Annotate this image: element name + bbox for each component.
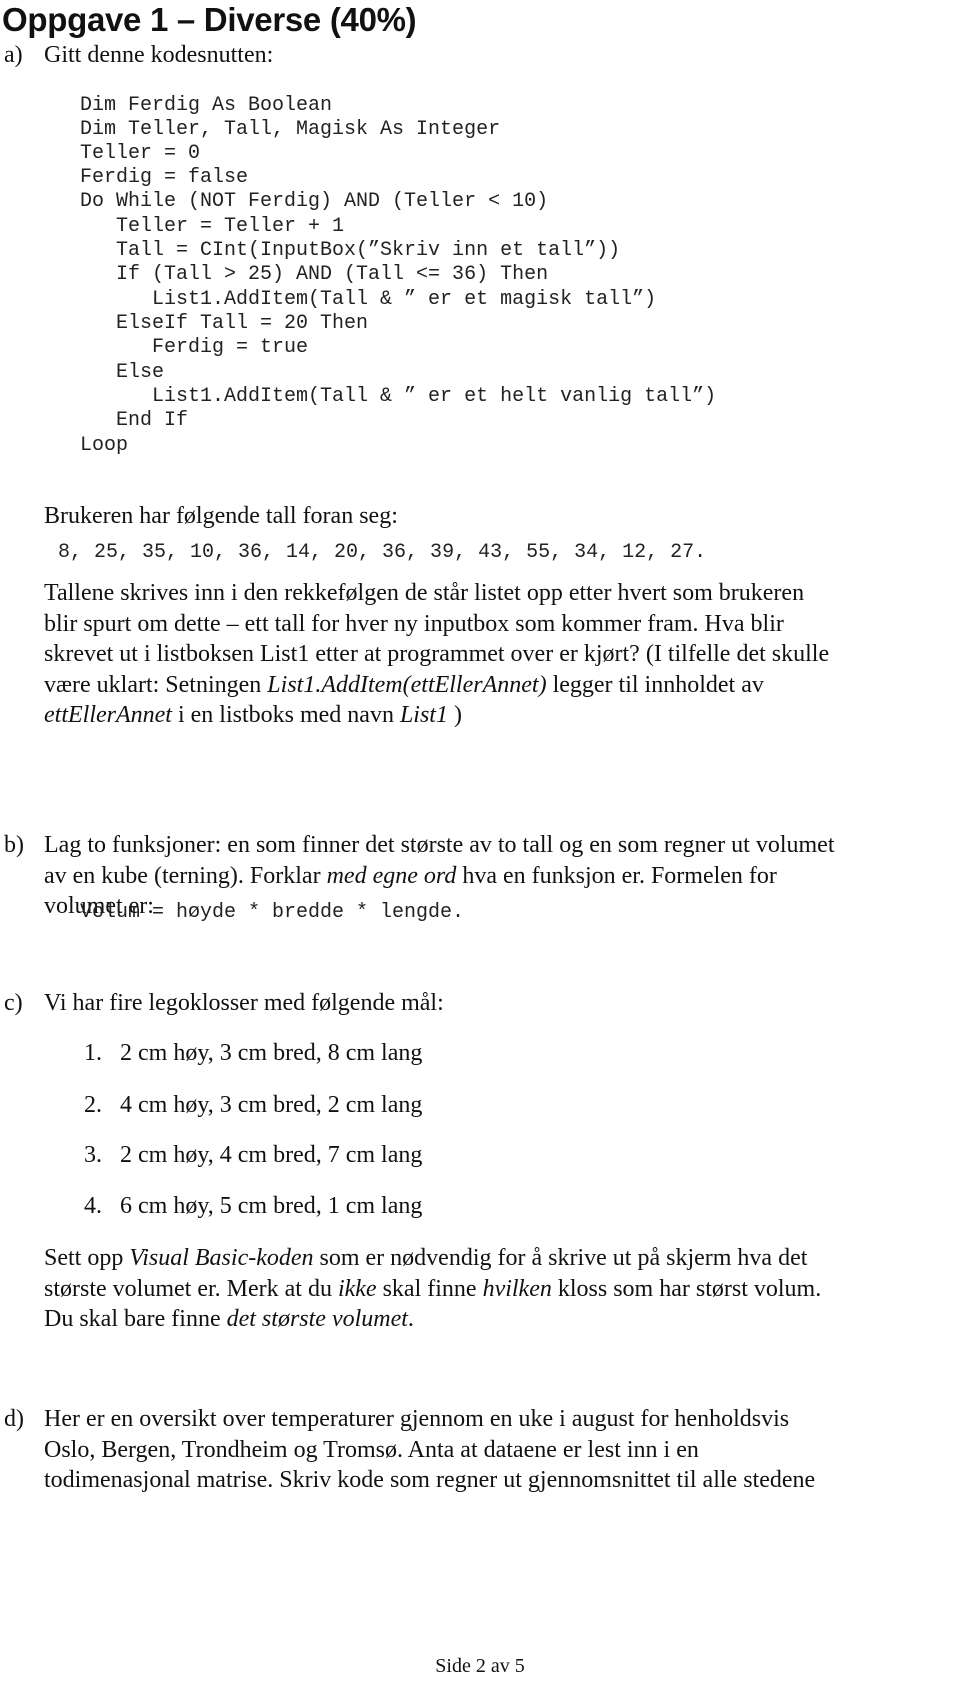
numbers-intro: Brukeren har følgende tall foran seg: bbox=[44, 503, 398, 529]
text-line: største volumet er. Merk at du ikke skal… bbox=[44, 1274, 960, 1305]
question-line: være uklart: Setningen List1.AddItem(ett… bbox=[44, 670, 960, 701]
section-c-label: c) bbox=[4, 990, 23, 1016]
section-c-task: Sett opp Visual Basic-koden som er nødve… bbox=[44, 1243, 960, 1335]
italic-emphasis: det største volumet bbox=[226, 1306, 408, 1332]
list-item: 4. 6 cm høy, 5 cm bred, 1 cm lang bbox=[84, 1191, 422, 1221]
code-line: Teller = 0 bbox=[80, 142, 201, 165]
text-run: være uklart: Setningen bbox=[44, 671, 268, 698]
code-line: Do While (NOT Ferdig) AND (Teller < 10) bbox=[80, 190, 549, 213]
italic-code-reference: List1.AddItem(ettEllerAnnet) bbox=[267, 671, 547, 698]
italic-emphasis: ikke bbox=[337, 1275, 377, 1302]
volume-formula: Volum = høyde * bredde * lengde. bbox=[80, 901, 465, 924]
code-line: Loop bbox=[80, 434, 129, 457]
section-a-intro: Gitt denne kodesnutten: bbox=[44, 42, 274, 68]
code-line: Dim Teller, Tall, Magisk As Integer bbox=[80, 118, 501, 141]
text-line: Oslo, Bergen, Trondheim og Tromsø. Anta … bbox=[44, 1436, 699, 1463]
text-run: hva en funksjon er. Formelen for bbox=[456, 862, 777, 889]
italic-variable: ettEllerAnnet bbox=[44, 702, 172, 728]
italic-emphasis: med egne ord bbox=[326, 862, 457, 889]
text-line: av en kube (terning). Forklar med egne o… bbox=[44, 861, 960, 892]
text-run: Sett opp bbox=[44, 1245, 130, 1271]
text-line: todimenasjonal matrise. Skriv kode som r… bbox=[44, 1467, 816, 1493]
italic-emphasis: hvilken bbox=[482, 1275, 552, 1302]
text-run: største volumet er. Merk at du bbox=[44, 1275, 338, 1302]
list-number: 1. bbox=[84, 1040, 102, 1066]
code-line: Ferdig = false bbox=[80, 166, 249, 189]
number-sequence: 8, 25, 35, 10, 36, 14, 20, 36, 39, 43, 5… bbox=[58, 541, 707, 564]
text-run: ) bbox=[447, 702, 462, 728]
text-line: Her er en oversikt over temperaturer gje… bbox=[44, 1406, 790, 1432]
section-b-label: b) bbox=[4, 832, 24, 858]
list-item: 1. 2 cm høy, 3 cm bred, 8 cm lang bbox=[84, 1038, 422, 1068]
code-line: Teller = Teller + 1 bbox=[80, 215, 345, 238]
text-run: Du skal bare finne bbox=[44, 1306, 227, 1332]
text-line: Lag to funksjoner: en som finner det stø… bbox=[44, 832, 835, 858]
code-line: List1.AddItem(Tall & ” er et helt vanlig… bbox=[80, 385, 717, 408]
code-line: List1.AddItem(Tall & ” er et magisk tall… bbox=[80, 288, 657, 311]
brick-dimensions: 6 cm høy, 5 cm bred, 1 cm lang bbox=[120, 1193, 423, 1219]
question-line: skrevet ut i listboksen List1 etter at p… bbox=[44, 641, 830, 667]
page-title: Oppgave 1 – Diverse (40%) bbox=[2, 1, 417, 38]
list-item: 2. 4 cm høy, 3 cm bred, 2 cm lang bbox=[84, 1090, 422, 1120]
code-line: Else bbox=[80, 361, 165, 384]
text-run: kloss som har størst volum. bbox=[551, 1275, 822, 1302]
italic-emphasis: Visual Basic-koden bbox=[129, 1245, 314, 1271]
list-number: 3. bbox=[84, 1142, 102, 1168]
code-line: Ferdig = true bbox=[80, 336, 309, 359]
brick-dimensions: 2 cm høy, 3 cm bred, 8 cm lang bbox=[120, 1040, 423, 1066]
code-line: If (Tall > 25) AND (Tall <= 36) Then bbox=[80, 263, 549, 286]
list-number: 2. bbox=[84, 1092, 102, 1118]
section-c-intro: Vi har fire legoklosser med følgende mål… bbox=[44, 990, 444, 1016]
brick-dimensions: 2 cm høy, 4 cm bred, 7 cm lang bbox=[120, 1142, 423, 1168]
list-item: 3. 2 cm høy, 4 cm bred, 7 cm lang bbox=[84, 1140, 422, 1170]
code-line: Tall = CInt(InputBox(”Skriv inn et tall”… bbox=[80, 239, 621, 262]
section-d-text: Her er en oversikt over temperaturer gje… bbox=[44, 1404, 960, 1496]
text-line: Sett opp Visual Basic-koden som er nødve… bbox=[44, 1243, 960, 1274]
brick-dimensions: 4 cm høy, 3 cm bred, 2 cm lang bbox=[120, 1092, 423, 1118]
text-run: som er nødvendig for å skrive ut på skje… bbox=[313, 1245, 808, 1271]
italic-listbox-name: List1 bbox=[399, 702, 448, 728]
list-number: 4. bbox=[84, 1193, 102, 1219]
question-line: blir spurt om dette – ett tall for hver … bbox=[44, 610, 784, 637]
section-d-label: d) bbox=[4, 1406, 24, 1432]
code-line: Dim Ferdig As Boolean bbox=[80, 94, 333, 117]
text-run: skal finne bbox=[376, 1275, 483, 1302]
text-run: av en kube (terning). Forklar bbox=[44, 862, 327, 889]
page-number: Side 2 av 5 bbox=[435, 1655, 525, 1677]
question-line: Tallene skrives inn i den rekkefølgen de… bbox=[44, 580, 805, 606]
code-line: End If bbox=[80, 409, 189, 432]
text-run: i en listboks med navn bbox=[171, 702, 400, 728]
section-a-question: Tallene skrives inn i den rekkefølgen de… bbox=[44, 578, 960, 731]
text-line: Du skal bare finne det største volumet. bbox=[44, 1304, 960, 1335]
code-line: ElseIf Tall = 20 Then bbox=[80, 312, 369, 335]
text-run: legger til innholdet av bbox=[546, 671, 764, 698]
question-line: ettEllerAnnet i en listboks med navn Lis… bbox=[44, 700, 960, 731]
text-run: . bbox=[407, 1306, 414, 1332]
section-a-label: a) bbox=[4, 42, 23, 68]
